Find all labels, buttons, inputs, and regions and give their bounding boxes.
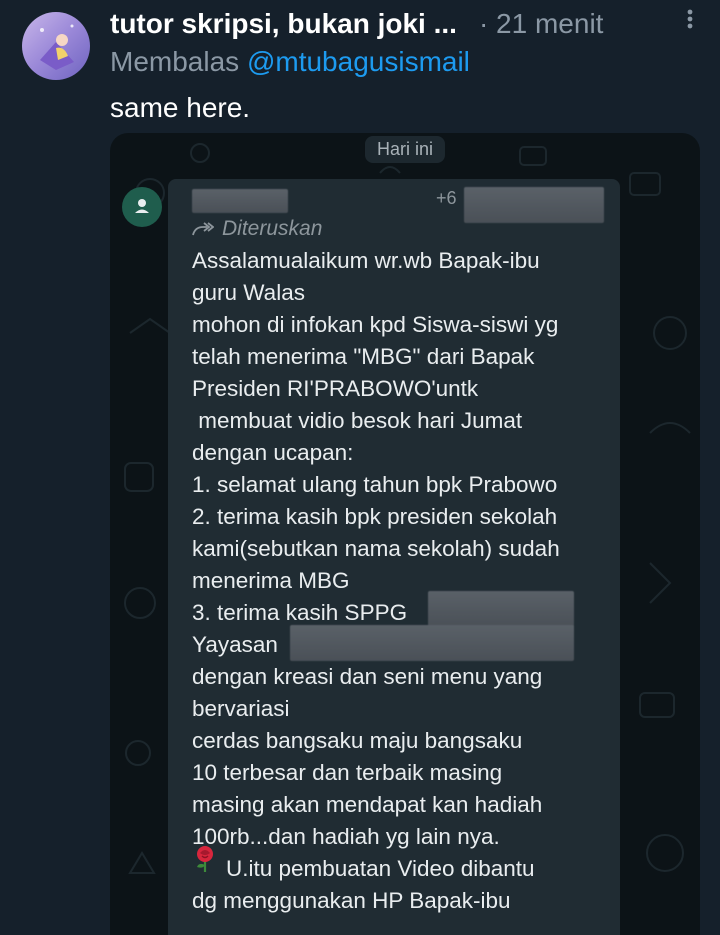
message-line: 3. terima kasih SPPG: [192, 600, 408, 625]
tweet-text: same here.: [110, 92, 251, 123]
message-line: dg menggunakan HP Bapak-ibu: [192, 888, 511, 913]
redacted-sppg-name: [428, 591, 574, 627]
tweet-time[interactable]: · 21 menit: [479, 8, 604, 40]
contact-avatar: [122, 187, 162, 227]
message-line: membuat vidio besok hari Jumat: [192, 408, 523, 433]
message-line: guru Walas: [192, 280, 305, 305]
message-line: dengan kreasi dan seni menu yang: [192, 664, 543, 689]
message-line: Assalamualaikum wr.wb Bapak-ibu: [192, 248, 540, 273]
message-line: kami(sebutkan nama sekolah) sudah: [192, 536, 560, 561]
author-avatar[interactable]: [22, 12, 90, 80]
date-chip: Hari ini: [364, 136, 446, 163]
author-name[interactable]: tutor skripsi, bukan joki ...: [110, 8, 457, 40]
message-line: cerdas bangsaku maju bangsaku: [192, 728, 523, 753]
message-line: Yayasan: [192, 632, 278, 657]
tweet-media-image[interactable]: Hari ini +6 Diteruskan Assalamualaikum w…: [110, 133, 700, 935]
rose-emoji-icon: [197, 846, 213, 872]
message-line: 2. terima kasih bpk presiden sekolah: [192, 504, 558, 529]
message-line: 1. selamat ulang tahun bpk Prabowo: [192, 472, 558, 497]
message-line: masing akan mendapat kan hadiah: [192, 792, 543, 817]
message-line: Presiden RI'PRABOWO'untk: [192, 376, 479, 401]
tweet-header: tutor skripsi, bukan joki ... · 21 menit: [110, 6, 710, 42]
message-line: menerima MBG: [192, 568, 350, 593]
more-vertical-icon[interactable]: [678, 4, 702, 34]
sender-number-prefix: +6: [436, 188, 457, 208]
reply-handle-link[interactable]: @mtubagusismail: [247, 46, 470, 77]
forward-icon: [192, 222, 214, 236]
message-bubble: +6 Diteruskan Assalamualaikum wr.wb Bapa…: [168, 179, 620, 935]
message-line: dengan ucapan:: [192, 440, 354, 465]
message-line: 10 terbesar dan terbaik masing: [192, 760, 503, 785]
message-line: U.itu pembuatan Video dibantu: [226, 856, 535, 881]
message-line: mohon di infokan kpd Siswa-siswi yg: [192, 312, 559, 337]
redacted-foundation-name: [290, 625, 574, 661]
person-icon: [135, 199, 149, 213]
forwarded-label: Diteruskan: [192, 217, 322, 241]
redacted-phone-number: [464, 187, 604, 223]
message-line: bervariasi: [192, 696, 290, 721]
redacted-sender-name: [192, 189, 288, 213]
message-line: telah menerima "MBG" dari Bapak: [192, 344, 535, 369]
message-line: 100rb...dan hadiah yg lain nya.: [192, 824, 500, 849]
reply-prefix: Membalas: [110, 46, 240, 77]
reply-context: Membalas @mtubagusismail: [110, 46, 470, 78]
forwarded-text: Diteruskan: [222, 217, 323, 240]
